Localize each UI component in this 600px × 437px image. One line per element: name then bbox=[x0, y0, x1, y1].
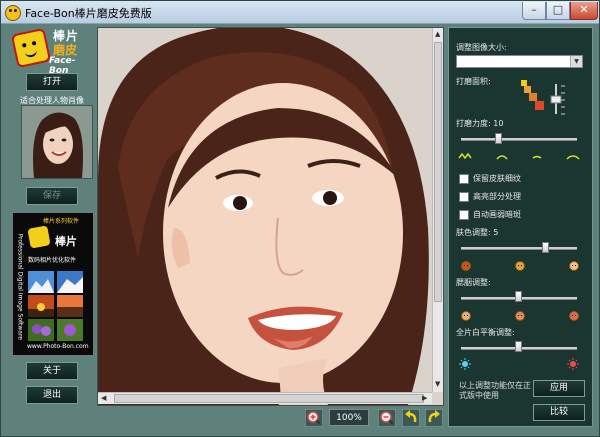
apply-button[interactable]: 应用 bbox=[533, 380, 585, 397]
skin-slider-track[interactable] bbox=[461, 247, 577, 250]
scroll-up-icon[interactable]: ▲ bbox=[435, 30, 440, 38]
keep-fine-lines-checkbox[interactable] bbox=[459, 174, 469, 184]
promo-photo-5 bbox=[28, 319, 54, 341]
skin-label: 肤色调整: 5 bbox=[456, 228, 499, 237]
registered-only-note: 以上调整功能仅在正式版中使用 bbox=[459, 381, 531, 400]
image-canvas[interactable] bbox=[97, 27, 444, 406]
app-window: Face-Bon棒片磨皮免费版 – □ ✕ 棒片 磨皮 Face-Bon 打开 … bbox=[0, 0, 600, 437]
size-label: 调整图像大小: bbox=[456, 43, 507, 52]
warm-light-icon bbox=[567, 358, 579, 370]
blush-strong-face-icon bbox=[569, 311, 579, 321]
promo-sub-text: 数码相片优化软件 bbox=[28, 257, 77, 264]
promo-vertical-text: Professional Digital Image Software bbox=[16, 233, 24, 340]
keep-fine-lines-label: 保留皮肤细纹 bbox=[473, 174, 521, 183]
promo-top-text: 棒片系列软件 bbox=[43, 218, 80, 225]
highlight-process-label: 高亮部分处理 bbox=[473, 192, 521, 201]
rotate-right-icon[interactable] bbox=[425, 409, 443, 427]
size-select[interactable]: ▼ bbox=[456, 55, 583, 68]
skin-mid-face-icon bbox=[515, 261, 525, 271]
open-button[interactable]: 打开 bbox=[26, 73, 78, 91]
strength-slider-knob[interactable] bbox=[495, 133, 502, 144]
skin-slider-knob[interactable] bbox=[542, 242, 549, 253]
horizontal-scrollbar[interactable]: ◀ ▶ bbox=[98, 392, 432, 404]
area-size-icon[interactable] bbox=[521, 80, 571, 118]
cool-light-icon bbox=[459, 358, 471, 370]
vertical-scroll-thumb[interactable] bbox=[434, 42, 442, 302]
smiley-logo-icon bbox=[10, 27, 52, 69]
promo-url: www.Photo-Bon.com bbox=[27, 343, 89, 350]
minimize-button[interactable]: – bbox=[522, 2, 546, 20]
promo-photo-1 bbox=[28, 271, 54, 293]
vertical-scrollbar[interactable]: ▲ ▼ bbox=[432, 28, 443, 392]
window-title: Face-Bon棒片磨皮免费版 bbox=[25, 7, 152, 20]
maximize-button[interactable]: □ bbox=[546, 2, 570, 20]
title-bar: Face-Bon棒片磨皮免费版 – □ ✕ bbox=[1, 1, 599, 24]
blush-mid-face-icon bbox=[515, 311, 525, 321]
skin-light-face-icon bbox=[569, 261, 579, 271]
scroll-right-icon[interactable]: ▶ bbox=[422, 394, 427, 402]
rotate-left-icon[interactable] bbox=[402, 409, 420, 427]
zoom-in-icon[interactable] bbox=[305, 409, 323, 427]
exit-button[interactable]: 退出 bbox=[26, 386, 78, 404]
promo-big-text: 棒片 bbox=[55, 235, 77, 248]
image-thumbnail bbox=[21, 105, 93, 179]
auto-spot-label: 自动画弱暗斑 bbox=[473, 210, 521, 219]
zoom-out-icon[interactable] bbox=[378, 409, 396, 427]
promo-photo-3 bbox=[28, 295, 54, 317]
blush-label: 腮胭调整: bbox=[456, 278, 491, 287]
blush-none-face-icon bbox=[461, 311, 471, 321]
white-balance-slider-knob[interactable] bbox=[515, 341, 522, 352]
compare-button[interactable]: 比较 bbox=[533, 404, 585, 421]
scroll-down-icon[interactable]: ▼ bbox=[435, 380, 440, 388]
skin-dark-face-icon bbox=[461, 261, 471, 271]
app-icon bbox=[5, 5, 21, 21]
close-button[interactable]: ✕ bbox=[570, 2, 598, 20]
about-button[interactable]: 关于 bbox=[26, 362, 78, 380]
blush-slider-knob[interactable] bbox=[515, 291, 522, 302]
strength-level-icons bbox=[458, 152, 580, 160]
adjust-panel: 调整图像大小: ▼ 打磨面积: 打磨力度: 10 保留皮肤细纹 高亮部分处理 自… bbox=[448, 27, 593, 427]
strength-label: 打磨力度: 10 bbox=[456, 119, 504, 128]
promo-banner[interactable]: Professional Digital Image Software 棒片系列… bbox=[12, 212, 94, 356]
promo-photo-6 bbox=[57, 319, 83, 341]
chevron-down-icon[interactable]: ▼ bbox=[570, 56, 582, 67]
promo-photo-2 bbox=[57, 271, 83, 293]
save-button[interactable]: 保存 bbox=[26, 187, 78, 205]
area-label: 打磨面积: bbox=[456, 77, 491, 86]
auto-spot-checkbox[interactable] bbox=[459, 210, 469, 220]
scroll-left-icon[interactable]: ◀ bbox=[101, 394, 106, 402]
highlight-process-checkbox[interactable] bbox=[459, 192, 469, 202]
promo-logo-icon bbox=[27, 225, 51, 249]
promo-photo-4 bbox=[57, 295, 83, 317]
app-logo: 棒片 磨皮 Face-Bon bbox=[10, 27, 93, 76]
white-balance-label: 全片白平衡调整: bbox=[456, 328, 515, 337]
strength-slider-track[interactable] bbox=[461, 138, 577, 141]
zoom-level: 100% bbox=[329, 409, 369, 426]
horizontal-scroll-thumb[interactable] bbox=[114, 394, 424, 403]
portrait-photo bbox=[98, 28, 443, 405]
